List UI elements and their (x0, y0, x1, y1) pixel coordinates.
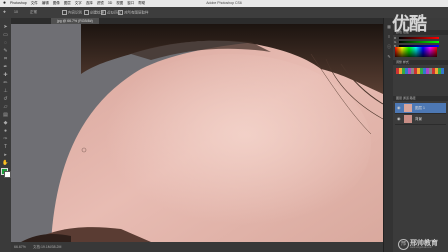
brush-size-picker[interactable]: 10 (14, 10, 18, 14)
eyedropper-tool-icon[interactable]: ✒ (2, 64, 9, 70)
brand-url: www.xingshuai.com (410, 246, 432, 249)
sample-all-layers-checkbox[interactable]: 对所有图层取样 (118, 10, 149, 15)
gradient-tool-icon[interactable]: ▤ (2, 112, 9, 118)
brush-tool-icon[interactable]: ✏ (2, 80, 9, 86)
mode-select[interactable]: 正常 (30, 10, 37, 15)
path-select-icon[interactable]: ▸ (2, 152, 9, 158)
type-tool-icon[interactable]: T (2, 144, 9, 150)
layer-row-2[interactable]: ◉ 背景 (395, 114, 446, 125)
eraser-tool-icon[interactable]: ▱ (2, 104, 9, 110)
layer-name: 图层 1 (415, 106, 425, 110)
lasso-tool-icon[interactable]: ◌ (2, 40, 9, 46)
blur-tool-icon[interactable]: ◆ (2, 120, 9, 126)
quick-select-icon[interactable]: ✎ (2, 48, 9, 54)
brand-logo-icon: 邢 (398, 239, 409, 250)
adjustments-panel-tabs[interactable]: 调整 样式 (393, 60, 448, 65)
type-content-aware[interactable]: 内容识别 (62, 10, 82, 15)
tool-preset-icon[interactable]: ✚ (3, 10, 6, 14)
layer-name: 背景 (415, 117, 422, 121)
photo-forehead-closeup (11, 24, 383, 242)
app-title: Adobe Photoshop CS6 (206, 1, 242, 5)
layer-thumbnail (404, 115, 412, 123)
brush-panel-icon[interactable]: ✎ (386, 54, 392, 60)
status-bar: 66.67% 文档:19.1M/38.2M (11, 242, 383, 252)
info-panel-icon[interactable]: ⓘ (386, 44, 392, 50)
visibility-eye-icon[interactable]: ◉ (397, 116, 401, 121)
dodge-tool-icon[interactable]: ● (2, 128, 9, 134)
history-brush-icon[interactable]: ↺ (2, 96, 9, 102)
menu-bar: ● Photoshop 文件 编辑 图像 图层 文字 选择 滤镜 3D 视图 窗… (0, 0, 448, 7)
red-slider[interactable] (399, 37, 439, 39)
document-size: 文档:19.1M/38.2M (33, 245, 62, 249)
move-tool-icon[interactable]: ➤ (2, 24, 9, 30)
adjustment-icons[interactable] (396, 68, 444, 74)
green-slider[interactable] (399, 41, 439, 43)
image-canvas[interactable] (11, 24, 383, 242)
pen-tool-icon[interactable]: ✑ (2, 136, 9, 142)
visibility-eye-icon[interactable]: ◉ (397, 105, 401, 110)
hand-tool-icon[interactable]: ✋ (2, 160, 9, 166)
clone-stamp-icon[interactable]: ⊥ (2, 88, 9, 94)
zoom-readout[interactable]: 66.67% (14, 245, 26, 249)
layer-row-1[interactable]: ◉ 图层 1 (395, 103, 446, 114)
layers-panel-tabs[interactable]: 图层 通道 路径 (393, 96, 448, 101)
crop-tool-icon[interactable]: ⌗ (2, 56, 9, 62)
video-site-watermark: 优酷 (392, 14, 427, 34)
marquee-tool-icon[interactable]: ▭ (2, 32, 9, 38)
healing-brush-icon[interactable]: ✚ (2, 72, 9, 78)
background-color-swatch[interactable] (4, 171, 11, 178)
right-panels: 颜色 色板 R G B 调整 样式 图层 通道 路径 ◉ 图层 1 ◉ 背景 (393, 18, 448, 252)
layer-thumbnail (404, 104, 412, 112)
color-spectrum[interactable] (395, 47, 437, 57)
